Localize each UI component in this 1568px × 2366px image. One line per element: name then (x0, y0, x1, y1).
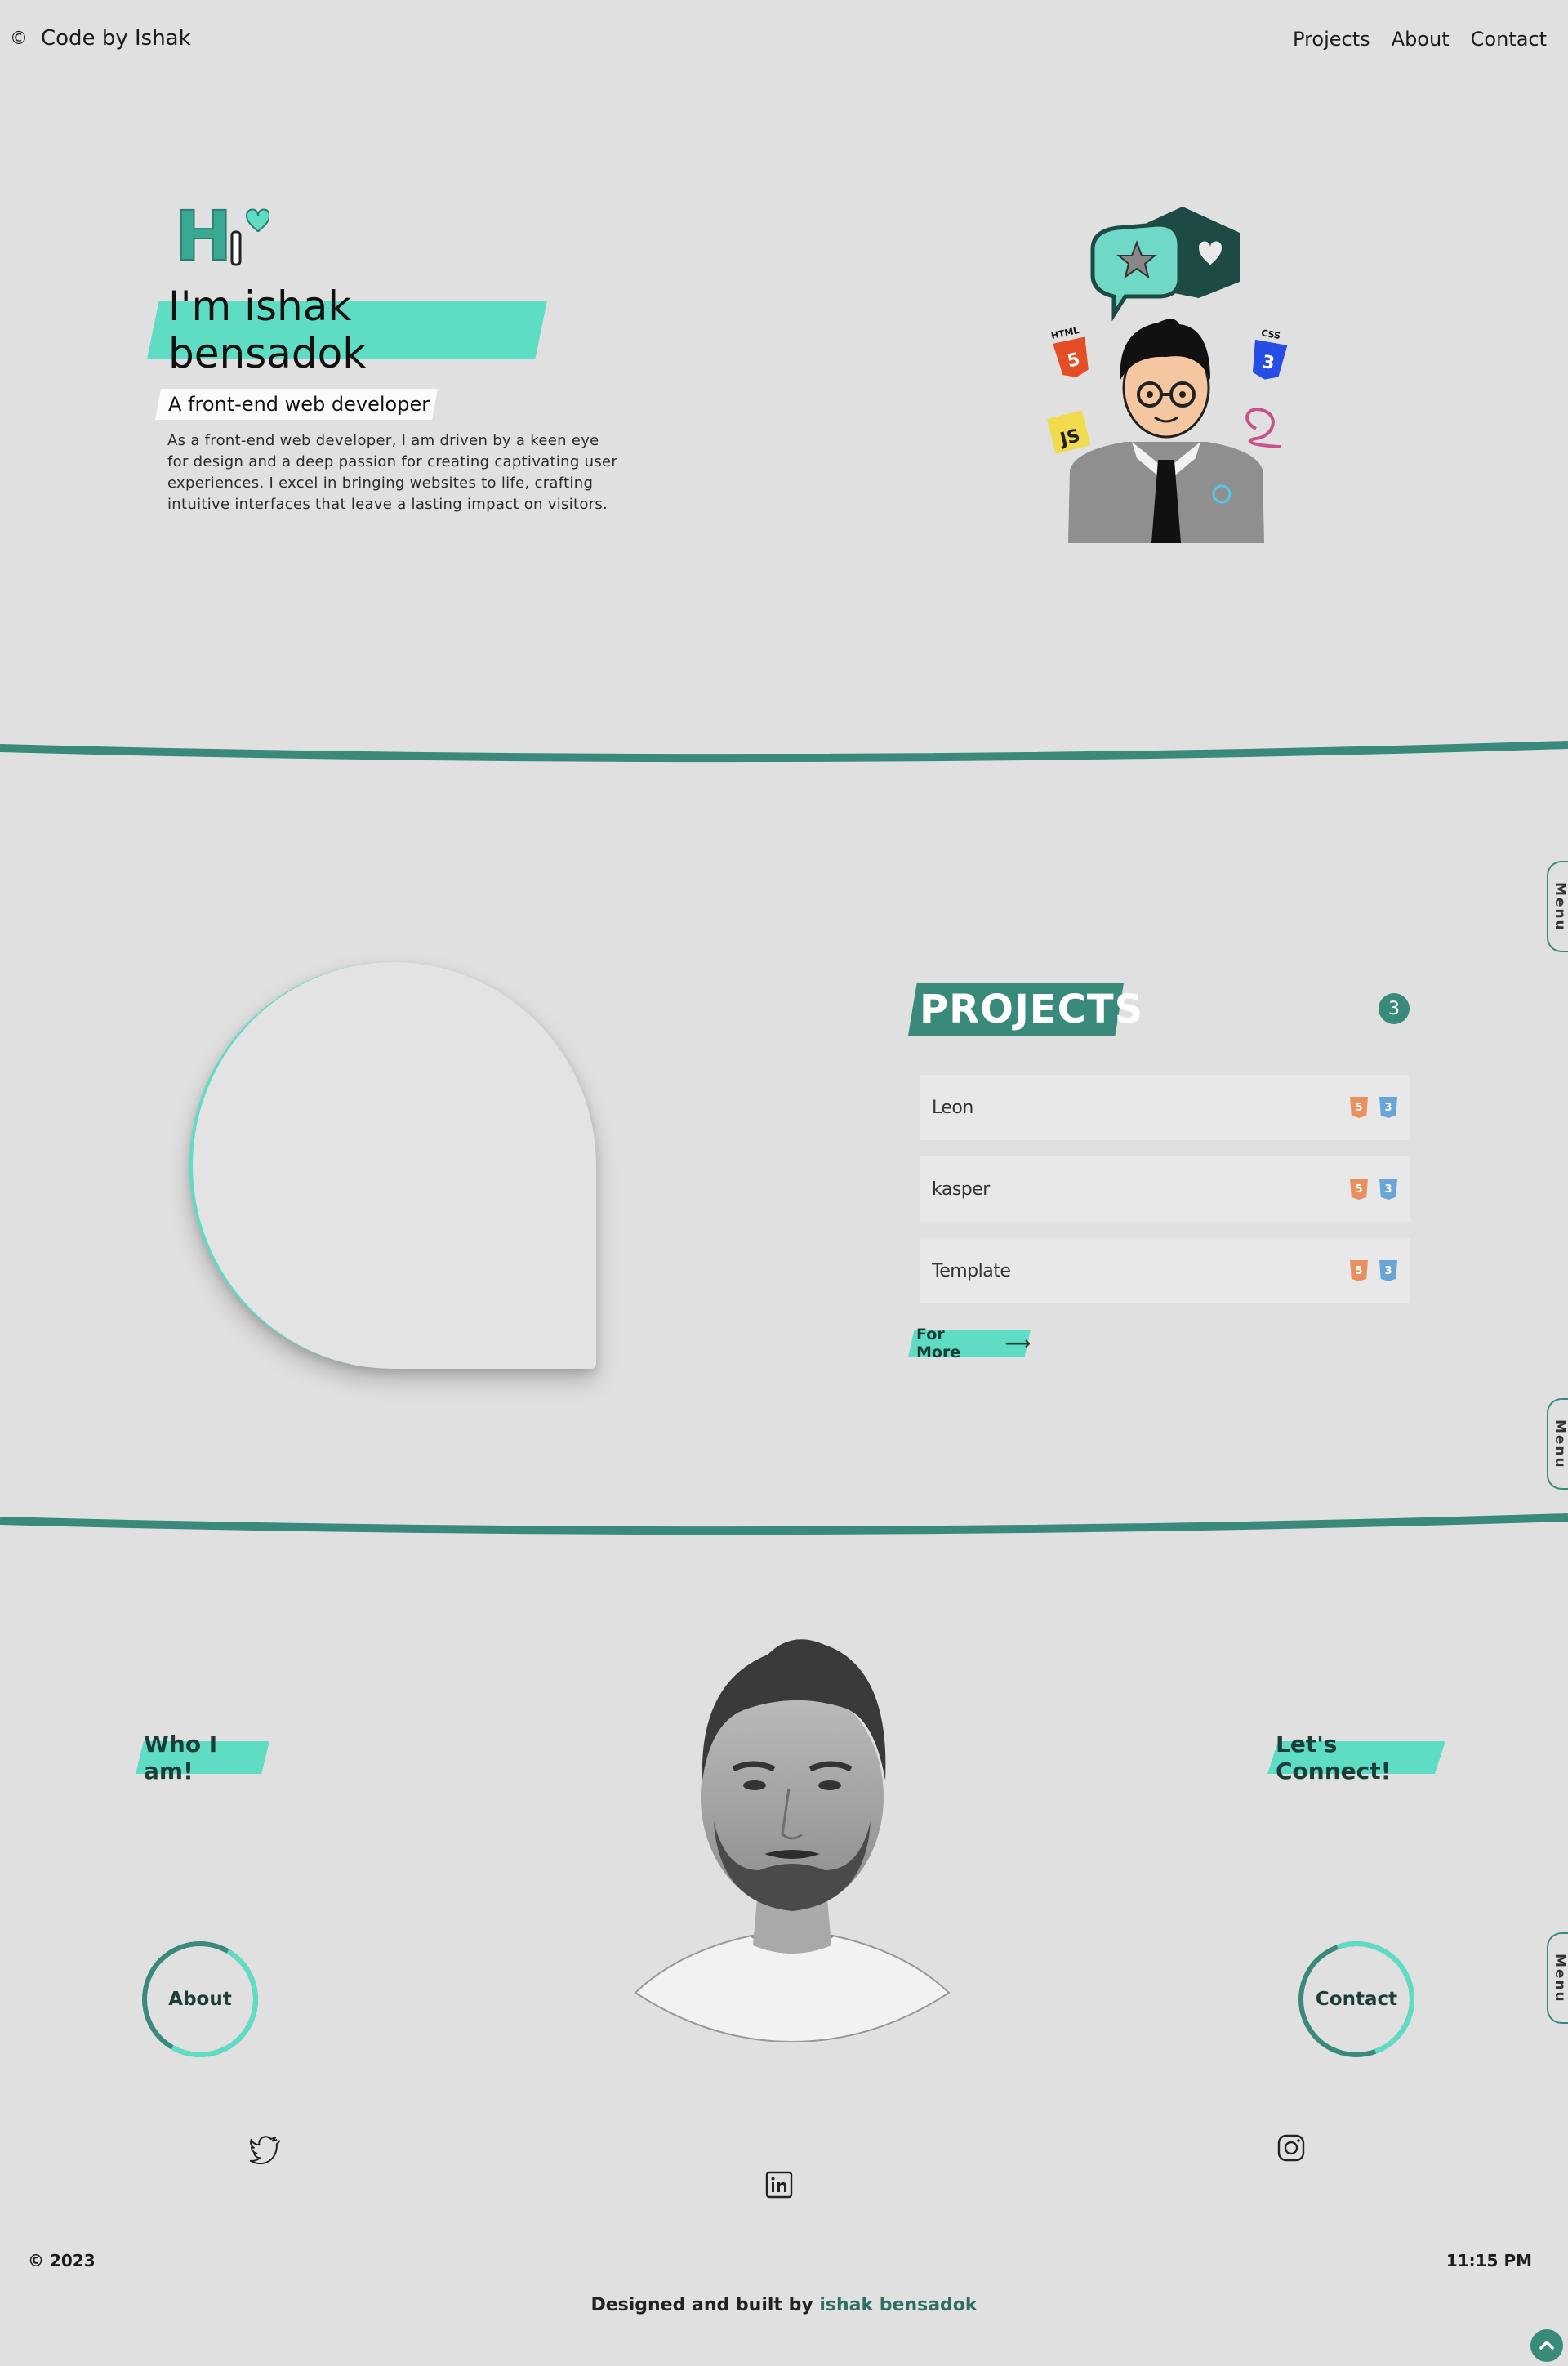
projects-title-text: PROJECTS (920, 987, 1144, 1032)
top-nav: Projects About Contact (1293, 28, 1547, 51)
hero-description: As a front-end web developer, I am drive… (167, 432, 618, 513)
side-menu-label: Menu (1552, 1419, 1568, 1469)
about-button-label: About (168, 1989, 232, 2010)
who-i-am-label: Who I am! (144, 1731, 218, 1785)
footer-time: 11:15 PM (1446, 2251, 1532, 2270)
project-item-template[interactable]: Template 5 3 (920, 1238, 1410, 1303)
side-menu-label: Menu (1552, 881, 1568, 932)
lets-connect-label: Let's Connect! (1276, 1731, 1392, 1785)
hi-heart-icon: H (174, 196, 270, 277)
projects-list: Leon 5 3 kasper 5 3 Template 5 3 (920, 1075, 1410, 1320)
footer-credit-author[interactable]: ishak bensadok (819, 2295, 977, 2315)
twitter-icon[interactable] (249, 2132, 282, 2164)
side-menu-tab[interactable]: Menu (1547, 861, 1568, 952)
instagram-icon[interactable] (1275, 2132, 1307, 2164)
projects-title: PROJECTS (908, 983, 1143, 1036)
footer-credit: Designed and built by ishak bensadok (0, 2295, 1568, 2315)
linkedin-icon[interactable] (763, 2168, 795, 2201)
svg-text:H: H (175, 196, 232, 276)
html5-icon: 5 (1350, 1260, 1368, 1281)
html5-icon: 5 (1350, 1097, 1368, 1118)
svg-text:CSS: CSS (1260, 327, 1281, 341)
project-name: Leon (932, 1097, 973, 1118)
html5-icon: 5 (1350, 1179, 1368, 1200)
copyright-symbol: © (10, 28, 28, 49)
nav-projects[interactable]: Projects (1293, 28, 1370, 51)
section-divider-wave (0, 1513, 1568, 1535)
contact-button[interactable]: Contact (1295, 1938, 1418, 2061)
side-menu-tab[interactable]: Menu (1547, 1398, 1568, 1490)
side-menu-tab[interactable]: Menu (1547, 1932, 1568, 2024)
side-menu-label: Menu (1552, 1953, 1568, 2003)
nav-about[interactable]: About (1392, 28, 1450, 51)
hero-role: A front-end web developer (155, 389, 438, 420)
project-name: Template (932, 1260, 1011, 1281)
for-more-label: For More (916, 1326, 961, 1361)
back-to-top-button[interactable] (1530, 2329, 1563, 2362)
project-item-kasper[interactable]: kasper 5 3 (920, 1156, 1410, 1222)
footer-year: © 2023 (28, 2251, 96, 2270)
project-name: kasper (932, 1179, 990, 1200)
contact-button-label: Contact (1315, 1989, 1398, 2010)
footer-credit-prefix: Designed and built by (590, 2295, 813, 2315)
arrow-right-icon: ⟶ (1004, 1333, 1031, 1354)
css3-icon: 3 (1379, 1179, 1397, 1200)
for-more-button[interactable]: For More ⟶ (908, 1326, 1031, 1361)
projects-count-badge: 3 (1379, 993, 1410, 1024)
chevron-up-icon (1539, 2341, 1554, 2350)
who-i-am-tag: Who I am! (136, 1731, 270, 1785)
brand-name: Code by Ishak (41, 26, 191, 51)
css3-icon: 3 (1379, 1260, 1397, 1281)
profile-photo (634, 1639, 951, 2042)
section-divider-wave (0, 741, 1568, 763)
project-preview-shape (189, 962, 596, 1369)
brand[interactable]: © Code by Ishak (10, 26, 191, 51)
svg-text:HTML: HTML (1050, 325, 1080, 341)
hero-name-text: I'm ishak bensadok (168, 283, 367, 377)
css3-icon: 3 (1379, 1097, 1397, 1118)
developer-avatar-illustration: HTML 5 CSS 3 JS (1047, 207, 1288, 543)
about-button[interactable]: About (139, 1938, 261, 2061)
hero-name: I'm ishak bensadok (147, 283, 547, 377)
project-item-leon[interactable]: Leon 5 3 (920, 1075, 1410, 1140)
hero-role-text: A front-end web developer (168, 393, 430, 416)
nav-contact[interactable]: Contact (1471, 28, 1547, 51)
lets-connect-tag: Let's Connect! (1267, 1731, 1446, 1785)
